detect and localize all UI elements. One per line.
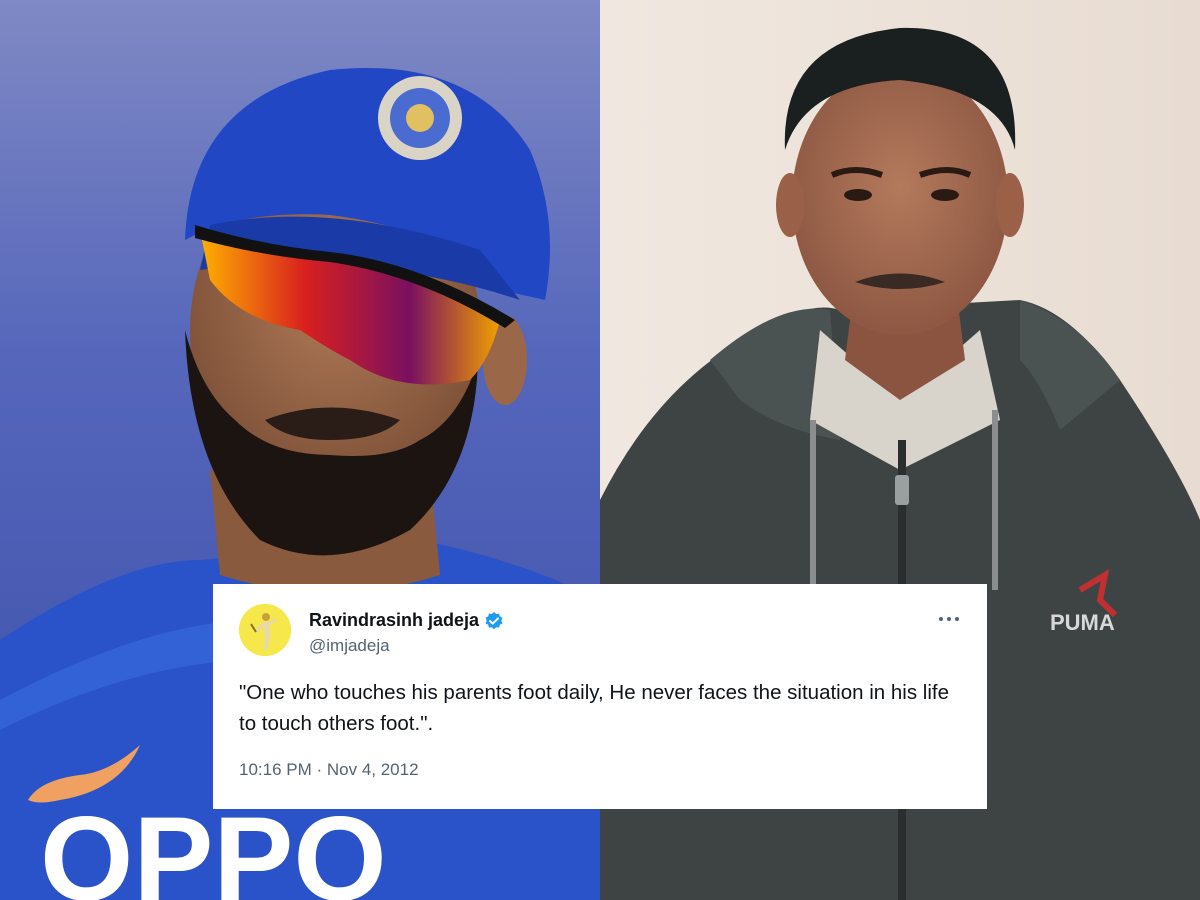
avatar[interactable] <box>239 604 291 656</box>
tweet-timestamp[interactable]: 10:16 PM · Nov 4, 2012 <box>239 760 961 780</box>
cricketer-avatar-icon <box>239 604 291 656</box>
jacket-logo-text: PUMA <box>1050 610 1115 635</box>
handle[interactable]: @imjadeja <box>309 636 390 656</box>
name-row: Ravindrasinh jadeja <box>309 610 504 631</box>
more-options-icon[interactable] <box>939 610 961 626</box>
display-name[interactable]: Ravindrasinh jadeja <box>309 610 479 631</box>
tweet-header: Ravindrasinh jadeja @imjadeja <box>239 604 961 656</box>
tweet-text: "One who touches his parents foot daily,… <box>239 681 949 735</box>
verified-badge-icon <box>484 611 504 631</box>
tweet-card[interactable]: Ravindrasinh jadeja @imjadeja "One who t… <box>213 584 987 809</box>
